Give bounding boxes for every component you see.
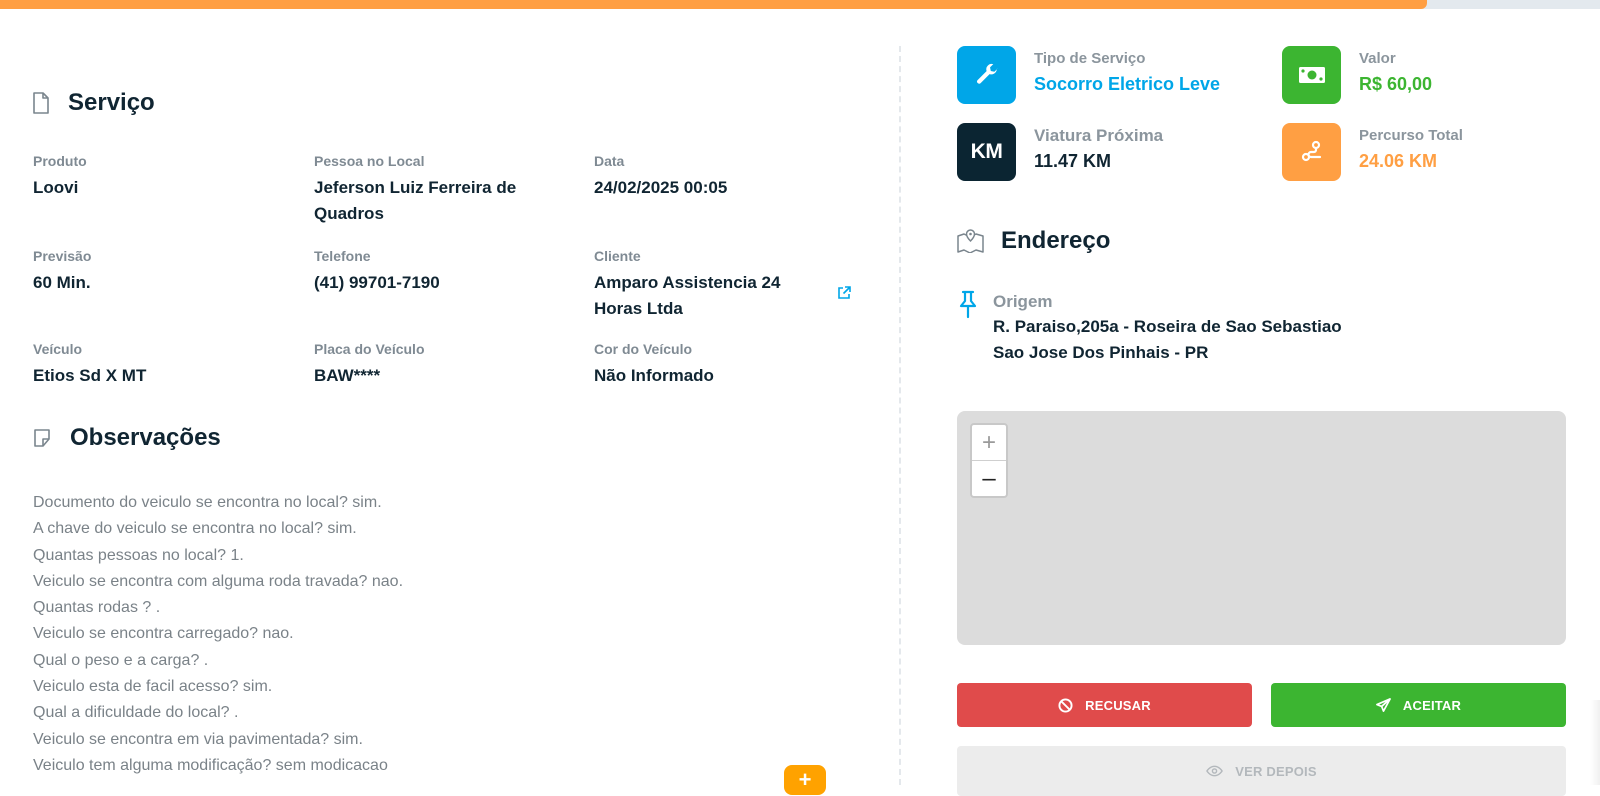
document-icon bbox=[32, 91, 52, 115]
card-title: Tipo de Serviço bbox=[1034, 50, 1146, 67]
field-value: Jeferson Luiz Ferreira de Quadros bbox=[314, 178, 517, 223]
observacao-line: Quantas rodas ? . bbox=[33, 599, 161, 617]
field-label: Cliente bbox=[594, 248, 641, 264]
observacao-line: Veiculo tem alguma modificação? sem modi… bbox=[33, 756, 388, 774]
zoom-control: + – bbox=[970, 423, 1008, 498]
observacao-line: Veiculo esta de facil acesso? sim. bbox=[33, 678, 273, 696]
origem-block: Origem R. Paraiso,205a - Roseira de Sao … bbox=[957, 290, 1342, 366]
card-percurso-total: Percurso Total 24.06 KM bbox=[1282, 123, 1463, 181]
field-value: 60 Min. bbox=[33, 273, 91, 292]
aceitar-label: Aceitar bbox=[1402, 697, 1462, 713]
address-line: R. Paraiso,205a - Roseira de Sao Sebasti… bbox=[993, 317, 1342, 336]
card-valor: Valor R$ 60,00 bbox=[1282, 46, 1432, 104]
servico-header: Serviço bbox=[32, 89, 155, 117]
field-pessoa-no-local: Pessoa no Local Jeferson Luiz Ferreira d… bbox=[314, 152, 554, 227]
field-label: Pessoa no Local bbox=[314, 153, 425, 169]
money-icon bbox=[1282, 46, 1341, 104]
field-placa: Placa do Veículo BAW**** bbox=[314, 340, 554, 389]
note-icon bbox=[32, 426, 52, 450]
wrench-icon bbox=[957, 46, 1016, 104]
card-value: Socorro Eletrico Leve bbox=[1034, 74, 1221, 94]
endereco-header: Endereço bbox=[957, 227, 1110, 255]
map-view[interactable]: + – bbox=[957, 411, 1566, 645]
observacao-line: Documento do veiculo se encontra no loca… bbox=[33, 494, 382, 511]
field-veiculo: Veículo Etios Sd X MT bbox=[33, 340, 293, 389]
field-value: Etios Sd X MT bbox=[33, 366, 147, 385]
observacoes-list: Documento do veiculo se encontra no loca… bbox=[33, 490, 403, 779]
field-label: Veículo bbox=[33, 341, 83, 357]
observacao-line: A chave do veiculo se encontra no local?… bbox=[33, 520, 357, 538]
address-line: Sao Jose Dos Pinhais - PR bbox=[993, 343, 1209, 362]
field-label: Data bbox=[594, 153, 625, 169]
servico-title: Serviço bbox=[68, 89, 155, 116]
observacao-line: Veiculo se encontra em via pavimentada? … bbox=[33, 730, 363, 748]
ver-depois-label: Ver depois bbox=[1235, 763, 1317, 779]
route-icon bbox=[1282, 123, 1341, 181]
zoom-in-button[interactable]: + bbox=[972, 425, 1006, 461]
card-value: 11.47 KM bbox=[1034, 151, 1112, 171]
observacoes-header: Observações bbox=[32, 424, 221, 452]
card-title: Viatura Próxima bbox=[1034, 126, 1164, 145]
card-title: Percurso Total bbox=[1359, 127, 1463, 144]
card-value: R$ 60,00 bbox=[1359, 74, 1433, 94]
external-link-icon[interactable] bbox=[837, 286, 853, 302]
recusar-button[interactable]: Recusar bbox=[957, 683, 1252, 727]
card-title: Valor bbox=[1359, 50, 1396, 67]
field-value: (41) 99701-7190 bbox=[314, 273, 440, 292]
pin-icon bbox=[957, 290, 979, 320]
scroll-shadow bbox=[1590, 700, 1600, 785]
observacoes-title: Observações bbox=[70, 424, 221, 451]
card-viatura-proxima: KM Viatura Próxima 11.47 KM bbox=[957, 123, 1163, 181]
origem-label: Origem bbox=[993, 292, 1053, 311]
map-icon bbox=[957, 229, 985, 253]
observacao-line: Veiculo se encontra com alguma roda trav… bbox=[33, 572, 404, 590]
field-previsao: Previsão 60 Min. bbox=[33, 247, 293, 296]
field-value: Não Informado bbox=[594, 366, 714, 385]
zoom-out-button[interactable]: – bbox=[972, 461, 1006, 496]
observacao-line: Qual a dificuldade do local? . bbox=[33, 704, 239, 722]
field-label: Telefone bbox=[314, 248, 371, 264]
field-label: Produto bbox=[33, 153, 87, 169]
aceitar-button[interactable]: Aceitar bbox=[1271, 683, 1566, 727]
field-cliente: Cliente Amparo Assistencia 24 Horas Ltda bbox=[594, 247, 814, 322]
observacao-line: Veiculo se encontra carregado? nao. bbox=[33, 625, 294, 643]
add-button[interactable]: + bbox=[784, 765, 826, 795]
field-value: 24/02/2025 00:05 bbox=[594, 178, 728, 197]
observacao-line: Qual o peso e a carga? . bbox=[33, 651, 209, 669]
field-value: Loovi bbox=[33, 178, 79, 197]
recusar-label: Recusar bbox=[1085, 697, 1151, 713]
km-icon: KM bbox=[957, 123, 1016, 181]
paper-plane-icon bbox=[1375, 697, 1391, 712]
ban-icon bbox=[1058, 697, 1073, 713]
card-tipo-servico: Tipo de Serviço Socorro Eletrico Leve bbox=[957, 46, 1220, 104]
field-telefone: Telefone (41) 99701-7190 bbox=[314, 247, 554, 296]
ver-depois-button[interactable]: Ver depois bbox=[957, 746, 1566, 796]
endereco-title: Endereço bbox=[1001, 227, 1111, 254]
field-label: Cor do Veículo bbox=[594, 341, 693, 357]
field-value: BAW**** bbox=[314, 366, 381, 385]
column-divider bbox=[899, 46, 901, 785]
field-cor: Cor do Veículo Não Informado bbox=[594, 340, 834, 389]
field-data: Data 24/02/2025 00:05 bbox=[594, 152, 834, 201]
eye-icon bbox=[1206, 765, 1224, 777]
field-produto: Produto Loovi bbox=[33, 152, 293, 201]
progress-bar-fill bbox=[0, 0, 1428, 9]
progress-bar bbox=[0, 0, 1600, 9]
field-label: Placa do Veículo bbox=[314, 341, 425, 357]
card-value: 24.06 KM bbox=[1359, 151, 1438, 171]
field-label: Previsão bbox=[33, 248, 92, 264]
observacao-line: Quantas pessoas no local? 1. bbox=[33, 546, 244, 564]
field-value: Amparo Assistencia 24 Horas Ltda bbox=[594, 273, 781, 318]
